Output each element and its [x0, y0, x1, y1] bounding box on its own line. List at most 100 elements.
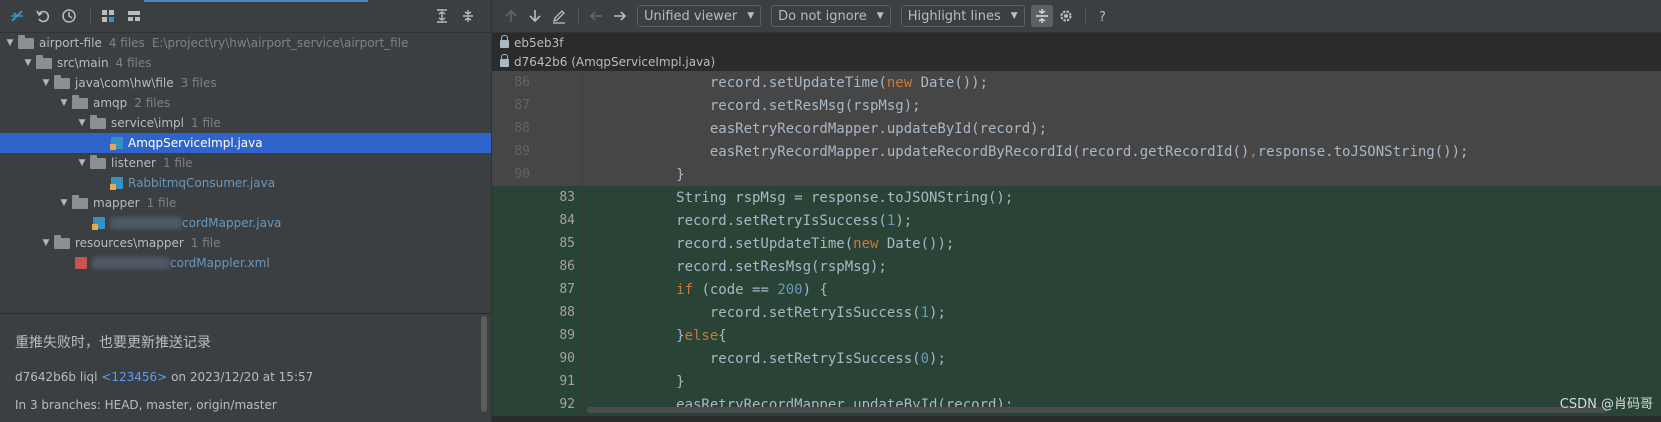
- tree-file-mapper-xml[interactable]: cordMappler.xml: [0, 253, 491, 273]
- lock-icon: [500, 54, 509, 67]
- node-label: src\main: [57, 56, 109, 70]
- code-text: }else{: [575, 327, 727, 344]
- toolbar-separator: [578, 7, 579, 25]
- expanded-arrow-icon[interactable]: ▼: [74, 118, 90, 128]
- code-text: record.setResMsg(rspMsg);: [575, 258, 887, 275]
- next-difference-icon[interactable]: [524, 5, 546, 27]
- commit-author: liql: [79, 370, 98, 384]
- toolbar-separator: [90, 7, 91, 25]
- file-count: 3 files: [180, 76, 217, 90]
- settings-gear-icon[interactable]: [1055, 5, 1077, 27]
- expanded-arrow-icon[interactable]: ▼: [56, 98, 72, 108]
- layout-icon[interactable]: [123, 5, 145, 27]
- tree-node-src-main[interactable]: ▼ src\main 4 files: [0, 53, 491, 73]
- expanded-arrow-icon[interactable]: ▼: [38, 78, 54, 88]
- chevron-down-icon: ▼: [876, 11, 884, 21]
- commit-branches: In 3 branches: HEAD, master, origin/mast…: [15, 398, 277, 412]
- tree-file-mapper-java[interactable]: cordMapper.java: [0, 213, 491, 233]
- tree-node-service-impl[interactable]: ▼ service\impl 1 file: [0, 113, 491, 133]
- old-revision-label: eb5eb3f: [492, 33, 1661, 52]
- revert-icon[interactable]: [32, 5, 54, 27]
- node-label: resources\mapper: [75, 236, 184, 250]
- java-interface-icon: [92, 216, 106, 230]
- tree-node-mapper[interactable]: ▼ mapper 1 file: [0, 193, 491, 213]
- module-folder-icon: [18, 34, 34, 49]
- file-count: 1 file: [162, 156, 193, 170]
- node-label: service\impl: [111, 116, 185, 130]
- old-line-number: 89: [514, 144, 530, 159]
- group-by-icon[interactable]: [97, 5, 119, 27]
- file-name: cordMappler.xml: [170, 256, 270, 270]
- tree-node-resources[interactable]: ▼ resources\mapper 1 file: [0, 233, 491, 253]
- tree-node-listener[interactable]: ▼ listener 1 file: [0, 153, 491, 173]
- commit-email-link[interactable]: <123456>: [101, 370, 167, 384]
- expanded-arrow-icon[interactable]: ▼: [20, 58, 36, 68]
- expanded-arrow-icon[interactable]: ▼: [38, 238, 54, 248]
- changed-files-tree: ▼ airport-file 4 files E:\project\ry\hw\…: [0, 33, 491, 273]
- file-count: 1 file: [190, 236, 221, 250]
- node-label: java\com\hw\file: [75, 76, 174, 90]
- new-line-number: 88: [559, 305, 575, 320]
- horizontal-scrollbar[interactable]: [587, 407, 1607, 413]
- edit-source-icon[interactable]: [548, 5, 570, 27]
- expanded-arrow-icon[interactable]: ▼: [2, 38, 18, 48]
- xml-file-icon: [74, 256, 88, 270]
- node-label: mapper: [93, 196, 140, 210]
- file-count: 2 files: [134, 96, 171, 110]
- changes-panel: ▼ airport-file 4 files E:\project\ry\hw\…: [0, 0, 491, 422]
- file-count: 4 files: [115, 56, 152, 70]
- collapse-unchanged-icon[interactable]: [1030, 5, 1053, 27]
- details-scrollbar[interactable]: [481, 316, 487, 412]
- new-line-number: 90: [559, 351, 575, 366]
- expanded-arrow-icon[interactable]: ▼: [74, 158, 90, 168]
- new-line-number: 89: [559, 328, 575, 343]
- tree-node-root[interactable]: ▼ airport-file 4 files E:\project\ry\hw\…: [0, 33, 491, 53]
- ignore-whitespace-select[interactable]: Do not ignore ▼: [771, 5, 891, 27]
- old-line-number: 90: [514, 167, 530, 182]
- tree-file-rabbitmq-consumer[interactable]: RabbitmqConsumer.java: [0, 173, 491, 193]
- expand-all-icon[interactable]: [431, 5, 453, 27]
- file-count: 1 file: [191, 116, 221, 130]
- highlight-mode-value: Highlight lines: [907, 8, 1001, 24]
- folder-icon: [72, 194, 88, 209]
- code-text: if (code == 200) {: [676, 281, 828, 298]
- tree-node-java-package[interactable]: ▼ java\com\hw\file 3 files: [0, 73, 491, 93]
- unified-diff-editor[interactable]: 86 record.setUpdateTime(new Date()); 87 …: [492, 71, 1661, 422]
- tree-file-amqp-service-impl[interactable]: AmqpServiceImpl.java: [0, 133, 491, 153]
- back-arrow-icon[interactable]: [585, 5, 607, 27]
- old-revision-hash: eb5eb3f: [514, 35, 564, 50]
- lock-icon: [500, 35, 509, 48]
- new-line-number: 87: [559, 282, 575, 297]
- tree-node-amqp[interactable]: ▼ amqp 2 files: [0, 93, 491, 113]
- show-diff-icon[interactable]: [6, 5, 28, 27]
- collapse-all-icon[interactable]: [457, 5, 479, 27]
- viewer-mode-select[interactable]: Unified viewer ▼: [637, 5, 762, 27]
- ignore-whitespace-value: Do not ignore: [778, 8, 867, 24]
- watermark: CSDN @肖码哥: [1559, 397, 1653, 412]
- forward-arrow-icon[interactable]: [609, 5, 631, 27]
- viewer-mode-value: Unified viewer: [644, 8, 738, 24]
- previous-difference-icon[interactable]: [500, 5, 522, 27]
- added-line: 88 record.setRetryIsSuccess(1);: [492, 301, 1661, 324]
- new-line-number: 86: [559, 259, 575, 274]
- chevron-down-icon: ▼: [1010, 11, 1018, 21]
- file-name: AmqpServiceImpl.java: [128, 136, 263, 150]
- added-line: 85 record.setUpdateTime(new Date());: [492, 232, 1661, 255]
- help-icon[interactable]: ?: [1092, 5, 1114, 27]
- new-line-number: 83: [559, 190, 575, 205]
- code-text: String rspMsg = response.toJSONString();: [575, 189, 1014, 206]
- code-text: record.setRetryIsSuccess(1);: [575, 212, 913, 229]
- old-line-number: 88: [514, 121, 530, 136]
- history-icon[interactable]: [58, 5, 80, 27]
- new-line-number: 84: [559, 213, 575, 228]
- active-tab-indicator: [144, 0, 368, 2]
- removed-line: 86 record.setUpdateTime(new Date());: [492, 71, 1661, 94]
- java-class-icon: [110, 136, 124, 150]
- node-label: amqp: [93, 96, 128, 110]
- chevron-down-icon: ▼: [747, 11, 755, 21]
- diff-panel: Unified viewer ▼ Do not ignore ▼ Highlig…: [491, 0, 1661, 422]
- toolbar-separator: [1084, 7, 1086, 25]
- highlight-mode-select[interactable]: Highlight lines ▼: [900, 5, 1025, 27]
- commit-hash[interactable]: d7642b6b: [15, 370, 76, 384]
- expanded-arrow-icon[interactable]: ▼: [56, 198, 72, 208]
